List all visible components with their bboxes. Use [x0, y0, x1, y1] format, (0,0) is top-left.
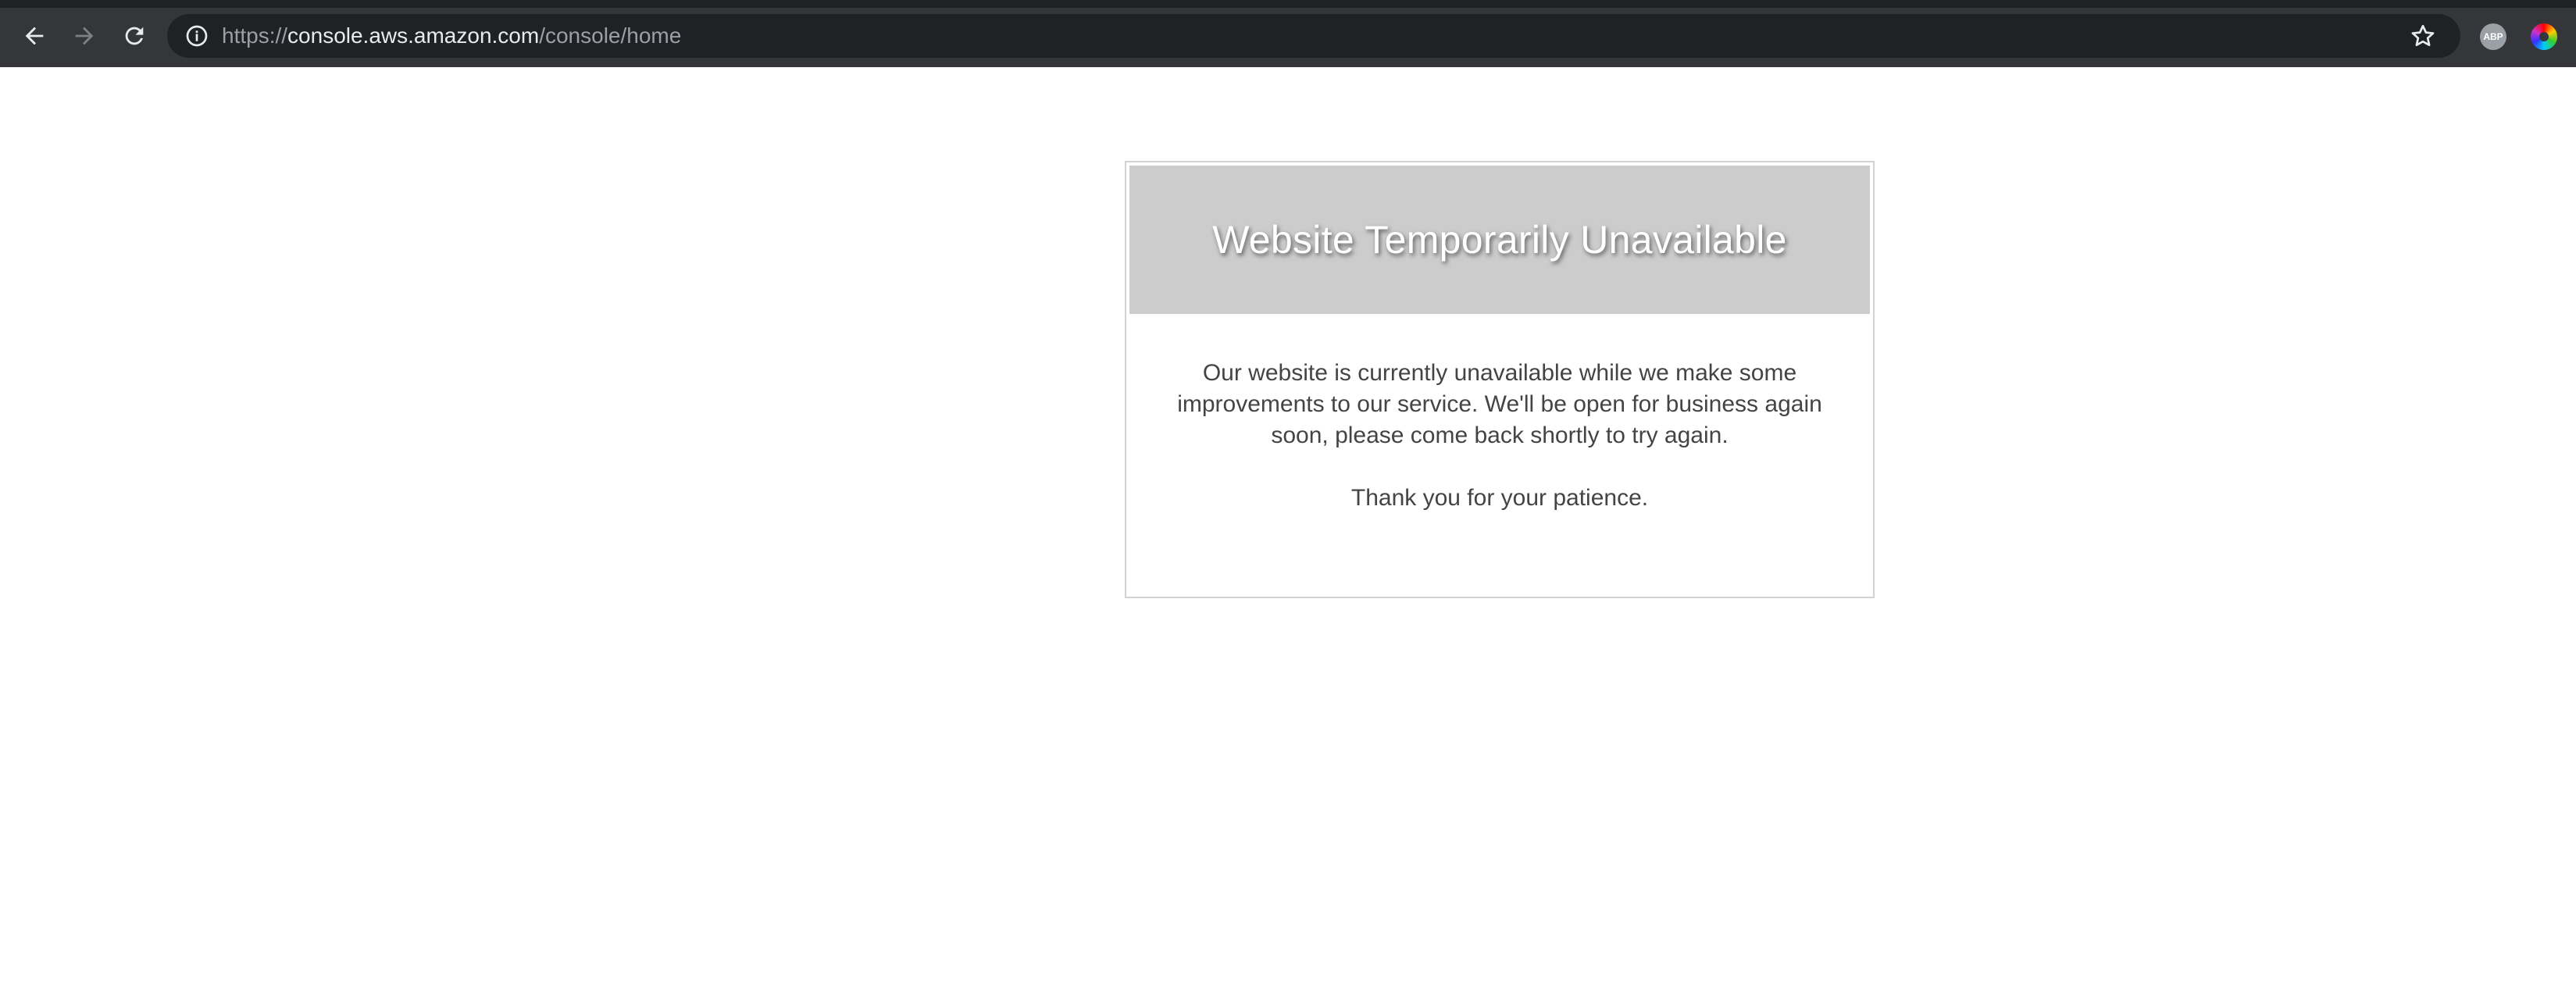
- url-scheme: https://: [222, 23, 288, 48]
- maintenance-header: Website Temporarily Unavailable: [1129, 166, 1870, 314]
- forward-arrow-icon: [75, 27, 94, 45]
- back-arrow-icon: [25, 27, 44, 45]
- maintenance-body: Our website is currently unavailable whi…: [1165, 358, 1834, 545]
- star-icon[interactable]: [2409, 22, 2437, 50]
- info-icon[interactable]: [184, 23, 209, 48]
- color-picker-extension-icon[interactable]: [2531, 23, 2557, 50]
- adblock-extension-icon[interactable]: ABP: [2480, 23, 2506, 50]
- address-bar[interactable]: https://console.aws.amazon.com/console/h…: [167, 14, 2460, 58]
- abp-label: ABP: [2483, 31, 2503, 42]
- page-title: Website Temporarily Unavailable: [1212, 218, 1787, 262]
- maintenance-message: Our website is currently unavailable whi…: [1177, 360, 1822, 448]
- forward-button[interactable]: [66, 17, 103, 55]
- url-path: /console/home: [539, 23, 682, 48]
- url-host: console.aws.amazon.com: [287, 23, 540, 48]
- back-button[interactable]: [16, 17, 53, 55]
- reload-button[interactable]: [116, 17, 153, 55]
- url-text: https://console.aws.amazon.com/console/h…: [222, 14, 681, 58]
- browser-toolbar: https://console.aws.amazon.com/console/h…: [0, 8, 2576, 67]
- reload-icon: [125, 27, 144, 45]
- thanks-message: Thank you for your patience.: [1350, 485, 1649, 511]
- maintenance-card: Website Temporarily Unavailable Our webs…: [1125, 161, 1875, 598]
